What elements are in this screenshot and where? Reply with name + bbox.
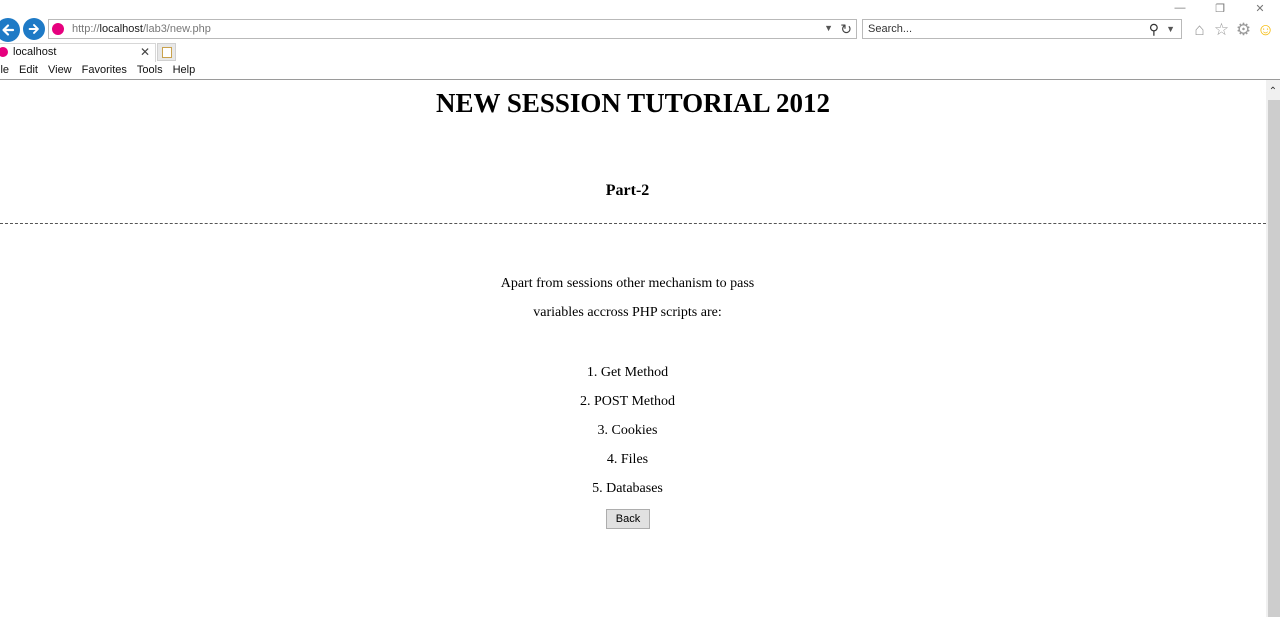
menu-file[interactable]: ile (0, 62, 14, 80)
page-subtitle: Part-2 (605, 182, 650, 199)
list-item: 2. POST Method (579, 394, 676, 409)
page-title: NEW SESSION TUTORIAL 2012 (436, 88, 830, 118)
list-item: 5. Databases (592, 481, 663, 496)
list-item: 3. Cookies (597, 423, 658, 438)
home-icon[interactable]: ⌂ (1190, 19, 1209, 40)
search-input[interactable]: Search... (868, 23, 912, 35)
address-dropdown-icon[interactable]: ▼ (824, 23, 833, 33)
scroll-thumb[interactable] (1268, 100, 1280, 617)
url-host: localhost (99, 23, 143, 35)
list-item: 4. Files (606, 452, 649, 467)
minimize-icon[interactable]: — (1160, 0, 1200, 16)
toolbar-icons: ⌂ ☆ ⚙ ☺ (1190, 19, 1275, 40)
menu-tools[interactable]: Tools (132, 62, 168, 80)
new-tab-button[interactable] (157, 43, 176, 61)
gear-icon[interactable]: ⚙ (1234, 19, 1253, 40)
menu-edit[interactable]: Edit (14, 62, 43, 80)
menu-favorites[interactable]: Favorites (77, 62, 132, 80)
tab-favicon-icon (0, 47, 8, 57)
tab-localhost[interactable]: localhost ✕ (0, 43, 156, 62)
url-scheme: http:// (72, 23, 100, 35)
tab-close-icon[interactable]: ✕ (140, 45, 150, 59)
back-arrow-icon[interactable] (0, 18, 20, 42)
search-box[interactable]: Search... ⚲ ▼ (862, 19, 1182, 39)
site-favicon-icon (52, 23, 64, 35)
star-icon[interactable]: ☆ (1212, 19, 1231, 40)
vertical-scrollbar[interactable]: ⌃ (1266, 80, 1280, 617)
restore-icon[interactable]: ❐ (1200, 0, 1240, 16)
address-bar[interactable]: http://localhost/lab3/new.php ▼ ↻ (48, 19, 857, 39)
scroll-up-icon[interactable]: ⌃ (1266, 86, 1280, 97)
list-item: 1. Get Method (586, 365, 669, 380)
smiley-icon[interactable]: ☺ (1256, 19, 1275, 40)
tab-title: localhost (13, 46, 57, 58)
window-controls: — ❐ ✕ (1160, 0, 1280, 16)
forward-arrow-icon[interactable] (23, 18, 45, 40)
menu-help[interactable]: Help (168, 62, 201, 80)
page-viewport: NEW SESSION TUTORIAL 2012 Part-2 Apart f… (0, 80, 1266, 617)
search-dropdown-icon[interactable]: ▼ (1166, 24, 1175, 34)
url-path: /lab3/new.php (142, 23, 211, 35)
search-icon[interactable]: ⚲ (1149, 21, 1159, 38)
browser-chrome: — ❐ ✕ http://localhost/lab3/new.php ▼ ↻ … (0, 0, 1280, 80)
close-icon[interactable]: ✕ (1240, 0, 1280, 16)
menu-view[interactable]: View (43, 62, 77, 80)
new-tab-icon (161, 46, 172, 58)
intro-text: Apart from sessions other mechanism to p… (0, 273, 1255, 331)
horizontal-rule (0, 223, 1266, 224)
menu-bar: ile Edit View Favorites Tools Help (0, 62, 200, 80)
refresh-icon[interactable]: ↻ (840, 21, 852, 38)
intro-line: variables accross PHP scripts are: (533, 305, 722, 320)
address-url[interactable]: http://localhost/lab3/new.php (72, 23, 211, 35)
back-button[interactable]: Back (606, 509, 650, 529)
intro-line: Apart from sessions other mechanism to p… (500, 276, 755, 291)
mechanism-list: 1. Get Method 2. POST Method 3. Cookies … (0, 362, 1255, 507)
